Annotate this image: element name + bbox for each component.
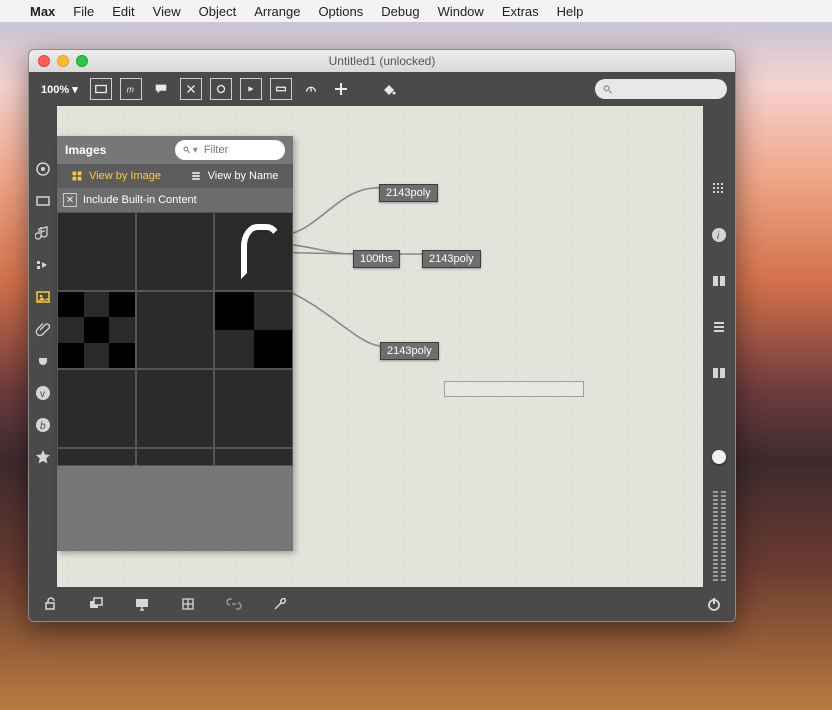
menu-view[interactable]: View [153,4,181,19]
list-icon [190,170,202,182]
sidebar-b-icon[interactable]: b [34,416,52,434]
traffic-minimize-button[interactable] [57,55,69,67]
mac-menubar: Max File Edit View Object Arrange Option… [0,0,832,22]
svg-text:b: b [40,421,46,432]
menu-object[interactable]: Object [199,4,237,19]
app-menu[interactable]: Max [30,4,55,19]
panel-title: Images [65,143,106,157]
top-toolbar: 100% ▾ m [29,72,735,106]
grid-toggle-icon[interactable] [179,595,197,613]
sidebar-target-icon[interactable] [34,160,52,178]
level-meter [711,491,727,581]
menu-edit[interactable]: Edit [112,4,134,19]
right-book-icon[interactable] [710,364,728,382]
traffic-close-button[interactable] [38,55,50,67]
image-thumb[interactable] [214,448,293,466]
menu-help[interactable]: Help [557,4,584,19]
panel-filter-input[interactable] [204,144,277,156]
empty-object-box[interactable] [444,381,584,397]
image-thumb[interactable] [57,291,136,370]
object-box[interactable]: 100ths [353,250,400,268]
traffic-zoom-button[interactable] [76,55,88,67]
new-number-button[interactable] [240,78,262,100]
new-dial-button[interactable] [300,78,322,100]
right-columns-icon[interactable] [710,272,728,290]
images-panel: Images ▾ View by Image View by Name [57,136,293,551]
panel-filter[interactable]: ▾ [175,140,285,160]
menu-options[interactable]: Options [318,4,363,19]
menu-window[interactable]: Window [438,4,484,19]
right-info-icon[interactable]: i [710,226,728,244]
tab-view-by-image[interactable]: View by Image [57,170,175,182]
sidebar-v-icon[interactable]: v [34,384,52,402]
search-icon [183,145,191,155]
right-grid-icon[interactable] [710,180,728,198]
sidebar-panel-icon[interactable] [34,192,52,210]
toolbar-search[interactable] [595,79,727,99]
menu-file[interactable]: File [73,4,94,19]
window-titlebar: Untitled1 (unlocked) [29,50,735,72]
svg-text:m: m [126,85,133,95]
max-window: Untitled1 (unlocked) 100% ▾ m v b [28,49,736,622]
tab-label: View by Image [89,170,161,182]
image-thumb[interactable] [136,448,215,466]
sidebar-star-icon[interactable] [34,448,52,466]
object-box[interactable]: 2143poly [422,250,481,268]
sidebar-plug-icon[interactable] [34,352,52,370]
new-flonum-button[interactable] [270,78,292,100]
tab-view-by-name[interactable]: View by Name [175,170,293,182]
new-object-button[interactable] [90,78,112,100]
search-icon [603,84,613,95]
image-thumb[interactable] [57,212,136,291]
menu-debug[interactable]: Debug [381,4,419,19]
image-thumb[interactable] [57,448,136,466]
new-toggle-button[interactable] [180,78,202,100]
toolbar-search-input[interactable] [617,83,719,95]
image-thumb[interactable] [136,369,215,448]
sidebar-clip-icon[interactable] [34,320,52,338]
patcher-windows-icon[interactable] [87,595,105,613]
window-title: Untitled1 (unlocked) [329,54,436,68]
image-grid [57,212,293,466]
zoom-level-dropdown[interactable]: 100% ▾ [37,81,82,98]
new-comment-button[interactable] [150,78,172,100]
tab-label: View by Name [208,170,279,182]
menu-extras[interactable]: Extras [502,4,539,19]
right-gain-knob[interactable] [712,450,726,464]
menu-arrange[interactable]: Arrange [254,4,300,19]
grid-icon [71,170,83,182]
sidebar-video-icon[interactable] [34,256,52,274]
lock-icon[interactable] [41,595,59,613]
image-thumb[interactable] [136,291,215,370]
add-object-button[interactable] [330,78,352,100]
object-box[interactable]: 2143poly [379,184,438,202]
right-list-icon[interactable] [710,318,728,336]
image-thumb[interactable] [214,212,293,291]
wrench-icon[interactable] [271,595,289,613]
presentation-icon[interactable] [133,595,151,613]
paint-bucket-icon[interactable] [378,78,400,100]
left-sidebar: v b [29,106,57,587]
image-thumb[interactable] [136,212,215,291]
patcher-canvas[interactable]: 2143poly 100ths 2143poly 2143poly Images… [57,106,703,587]
image-thumb[interactable] [214,369,293,448]
include-builtin-label: Include Built-in Content [83,194,197,206]
power-icon[interactable] [705,595,723,613]
include-builtin-checkbox[interactable]: ✕ [63,193,77,207]
sidebar-images-icon[interactable] [34,288,52,306]
right-sidebar: i [703,106,735,587]
image-thumb[interactable] [57,369,136,448]
sidebar-audio-icon[interactable] [34,224,52,242]
bottom-toolbar [29,587,735,621]
svg-text:v: v [40,389,45,400]
new-bang-button[interactable] [210,78,232,100]
link-add-icon[interactable] [225,595,243,613]
new-message-button[interactable]: m [120,78,142,100]
object-box[interactable]: 2143poly [380,342,439,360]
image-thumb[interactable] [214,291,293,370]
